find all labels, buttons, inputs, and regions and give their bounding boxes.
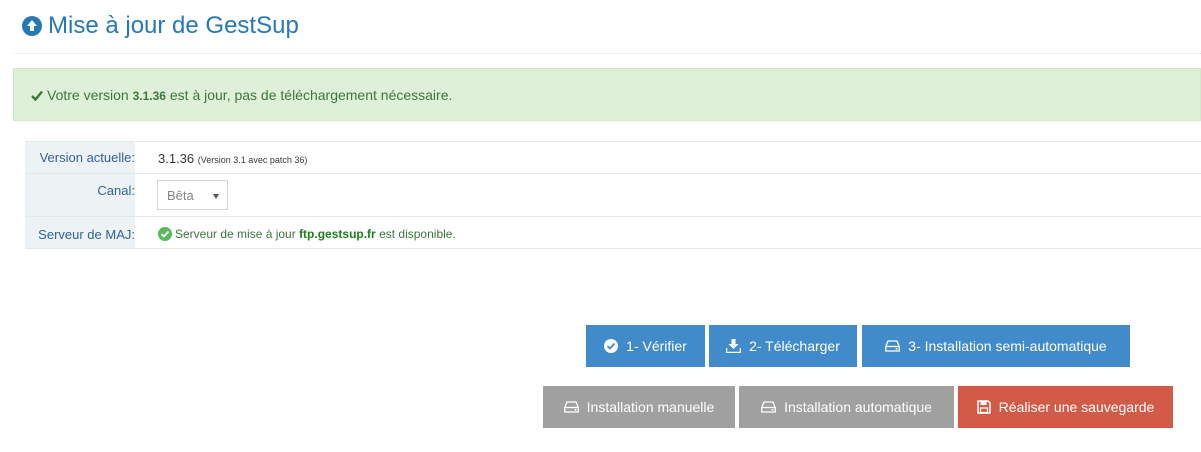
- server-status: Serveur de mise à jour ftp.gestsup.fr es…: [175, 227, 456, 241]
- alert-version: 3.1.36: [132, 89, 166, 103]
- manual-install-button[interactable]: Installation manuelle: [543, 386, 735, 428]
- check-icon: [31, 90, 43, 101]
- version-detail: (Version 3.1 avec patch 36): [197, 155, 308, 165]
- version-label: Version actuelle:: [25, 142, 135, 173]
- hard-drive-icon: [885, 340, 901, 352]
- verify-button[interactable]: 1- Vérifier: [586, 325, 705, 367]
- save-icon: [976, 400, 991, 414]
- server-host: ftp.gestsup.fr: [299, 227, 376, 241]
- check-circle-icon: [158, 227, 172, 241]
- download-icon: [726, 339, 742, 353]
- arrow-up-circle-icon: [22, 16, 42, 36]
- check-circle-icon: [604, 339, 619, 353]
- hard-drive-icon: [563, 401, 579, 413]
- version-value: 3.1.36 (Version 3.1 avec patch 36): [158, 151, 308, 166]
- row-version: Version actuelle: 3.1.36 (Version 3.1 av…: [25, 141, 1201, 173]
- alert-message: Votre version 3.1.36 est à jour, pas de …: [47, 87, 453, 103]
- page-header: Mise à jour de GestSup: [14, 0, 1201, 54]
- auto-install-button[interactable]: Installation automatique: [739, 386, 954, 428]
- channel-select[interactable]: Bêta: [157, 180, 228, 210]
- server-label: Serveur de MAJ:: [25, 217, 135, 248]
- semi-auto-install-button[interactable]: 3- Installation semi-automatique: [862, 325, 1130, 367]
- row-server: Serveur de MAJ: Serveur de mise à jour f…: [25, 216, 1201, 249]
- hard-drive-icon: [761, 401, 776, 413]
- channel-label: Canal:: [25, 174, 135, 216]
- page-title: Mise à jour de GestSup: [48, 12, 299, 39]
- backup-button[interactable]: Réaliser une sauvegarde: [958, 386, 1173, 428]
- download-button[interactable]: 2- Télécharger: [709, 325, 857, 367]
- channel-select-value: Bêta: [167, 188, 194, 203]
- row-channel: Canal: Bêta: [25, 173, 1201, 216]
- chevron-down-icon: [213, 194, 219, 199]
- success-alert: Votre version 3.1.36 est à jour, pas de …: [13, 68, 1201, 121]
